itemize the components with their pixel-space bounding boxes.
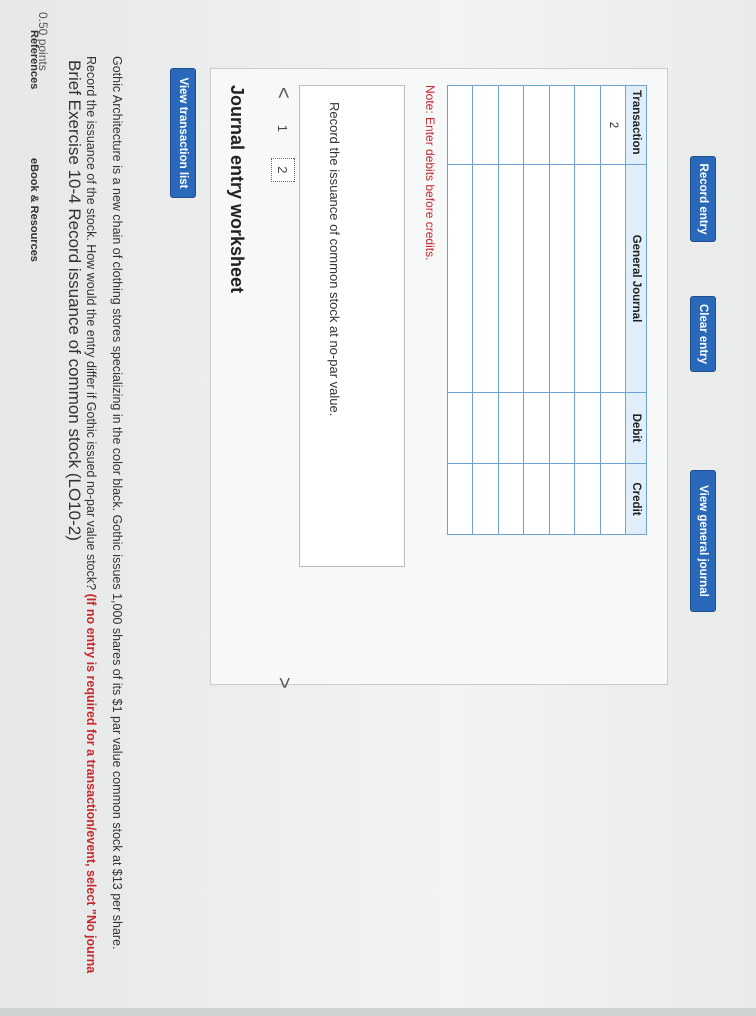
credit-input[interactable] — [447, 463, 473, 535]
prev-arrow-icon[interactable]: < — [272, 87, 295, 99]
view-transaction-list-button[interactable]: View transaction list — [170, 68, 196, 198]
page-rotated: 0.50 points Brief Exercise 10-4 Record i… — [0, 0, 756, 1008]
table-row — [498, 85, 524, 535]
tab-2[interactable]: 2 — [271, 157, 295, 182]
table-row — [549, 85, 575, 535]
account-select[interactable] — [498, 164, 524, 393]
debit-credit-note: Note: Enter debits before credits. — [423, 85, 437, 261]
debit-input[interactable] — [523, 392, 550, 464]
next-arrow-icon[interactable]: > — [272, 677, 295, 689]
ebook-resources-tab[interactable]: eBook & Resources — [28, 158, 40, 262]
debit-input[interactable] — [472, 392, 499, 464]
col-debit: Debit — [625, 392, 647, 464]
prompt-line-2-text: Record the issuance of the stock. How wo… — [84, 56, 98, 591]
general-journal-table: Transaction General Journal Debit Credit… — [447, 85, 647, 535]
transaction-description: Record the issuance of common stock at n… — [327, 102, 342, 417]
account-select[interactable] — [447, 164, 473, 393]
debit-input[interactable] — [549, 392, 575, 464]
prompt-line-2: Record the issuance of the stock. How wo… — [78, 56, 104, 1016]
transaction-cell — [574, 85, 601, 165]
journal-entry-worksheet: Journal entry worksheet < 1 2 > Record t… — [210, 68, 668, 689]
references-tab[interactable]: References — [28, 30, 40, 89]
table-header-row: Transaction General Journal Debit Credit — [625, 85, 647, 535]
credit-input[interactable] — [472, 463, 499, 535]
record-entry-button[interactable]: Record entry — [690, 156, 716, 242]
col-credit: Credit — [625, 463, 647, 535]
exercise-prompt: Gothic Architecture is a new chain of cl… — [78, 56, 130, 1016]
credit-input[interactable] — [574, 463, 601, 535]
transaction-cell — [498, 85, 524, 165]
debit-input[interactable] — [600, 392, 626, 464]
prompt-line-1: Gothic Architecture is a new chain of cl… — [110, 56, 124, 950]
account-select[interactable] — [523, 164, 550, 393]
transaction-cell — [523, 85, 550, 165]
account-select[interactable] — [600, 164, 626, 393]
col-general-journal: General Journal — [625, 164, 647, 393]
credit-input[interactable] — [600, 463, 626, 535]
debit-input[interactable] — [498, 392, 524, 464]
worksheet-title: Journal entry worksheet — [227, 85, 247, 294]
col-transaction: Transaction — [625, 85, 647, 165]
table-row — [472, 85, 499, 535]
account-select[interactable] — [472, 164, 499, 393]
transaction-cell — [447, 85, 473, 165]
table-row — [574, 85, 601, 535]
transaction-cell — [472, 85, 499, 165]
account-select[interactable] — [549, 164, 575, 393]
credit-input[interactable] — [549, 463, 575, 535]
transaction-cell — [549, 85, 575, 165]
account-select[interactable] — [574, 164, 601, 393]
worksheet-nav: < 1 2 > — [267, 87, 299, 689]
clear-entry-button[interactable]: Clear entry — [690, 296, 716, 372]
debit-input[interactable] — [447, 392, 473, 464]
view-general-journal-button[interactable]: View general journal — [690, 470, 716, 612]
prompt-instruction: (If no entry is required for a transacti… — [84, 593, 98, 974]
credit-input[interactable] — [498, 463, 524, 535]
table-row: 2 — [600, 85, 626, 535]
tab-1[interactable]: 1 — [276, 125, 291, 132]
transaction-description-box: Record the issuance of common stock at n… — [299, 85, 405, 567]
table-row — [447, 85, 473, 535]
credit-input[interactable] — [523, 463, 550, 535]
debit-input[interactable] — [574, 392, 601, 464]
table-row — [523, 85, 550, 535]
transaction-cell: 2 — [600, 85, 626, 165]
